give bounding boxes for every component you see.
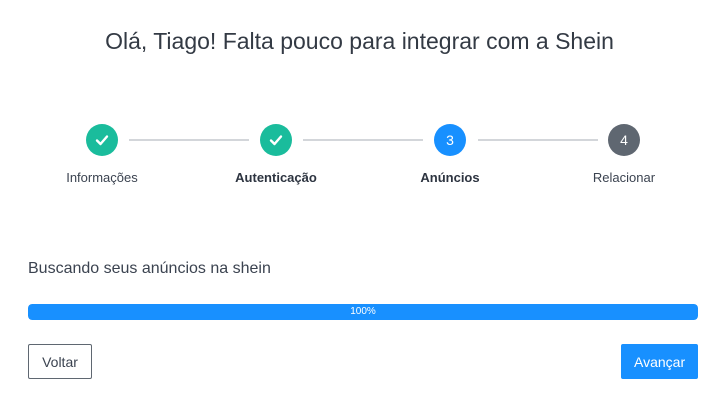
step-4-indicator: 4 bbox=[608, 124, 640, 156]
step-connector bbox=[129, 139, 249, 141]
step-1-indicator bbox=[86, 124, 118, 156]
step-2-indicator bbox=[260, 124, 292, 156]
progress-bar-fill: 100% bbox=[28, 304, 698, 320]
step-label-autenticacao: Autenticação bbox=[235, 170, 317, 185]
progress-status-text: Buscando seus anúncios na shein bbox=[28, 260, 271, 277]
stepper: 3 4 Informações Autenticação Anúncios Re… bbox=[0, 124, 719, 194]
step-connector bbox=[478, 139, 598, 141]
step-connector bbox=[303, 139, 423, 141]
step-number: 4 bbox=[620, 132, 628, 148]
page-title: Olá, Tiago! Falta pouco para integrar co… bbox=[105, 28, 614, 54]
step-3-indicator: 3 bbox=[434, 124, 466, 156]
step-label-anuncios: Anúncios bbox=[420, 170, 480, 185]
checkmark-icon bbox=[269, 135, 283, 146]
checkmark-icon bbox=[95, 135, 109, 146]
step-label-relacionar: Relacionar bbox=[592, 170, 656, 185]
step-label-informacoes: Informações bbox=[66, 170, 138, 185]
progress-bar: 100% bbox=[28, 304, 698, 320]
step-number: 3 bbox=[446, 132, 454, 148]
back-button[interactable]: Voltar bbox=[28, 344, 92, 379]
next-button[interactable]: Avançar bbox=[621, 344, 698, 379]
